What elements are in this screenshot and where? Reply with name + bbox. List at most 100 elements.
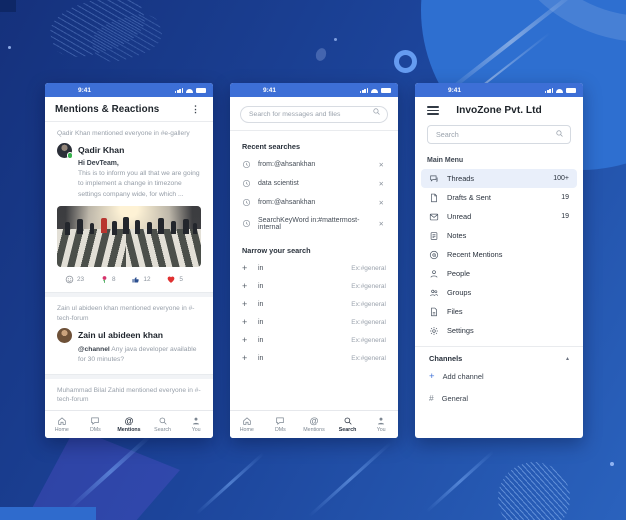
status-icons — [545, 88, 576, 93]
nav-mentions[interactable]: @ Mentions — [112, 411, 146, 438]
close-icon[interactable]: ✕ — [377, 219, 386, 229]
wifi-icon — [371, 89, 378, 93]
notification-item[interactable]: Qadir Khan mentioned everyone in #e-gall… — [45, 122, 213, 292]
phone-mentions-screen: 9:41 Mentions & Reactions ⋮ Qadir Khan m… — [45, 83, 213, 438]
person-icon — [429, 269, 439, 279]
bg-hatch-patch-1 — [44, 0, 150, 65]
notification-item[interactable]: Zain ul abideen khan mentioned everyone … — [45, 297, 213, 374]
nav-you[interactable]: You — [364, 411, 398, 438]
search-input[interactable] — [427, 125, 571, 144]
file-icon — [429, 307, 439, 317]
menu-item-recent-mentions[interactable]: Recent Mentions — [421, 245, 577, 264]
search-modifier-row[interactable]: + in Ex:#general — [230, 277, 398, 295]
author-name: Qadir Khan — [78, 145, 124, 155]
collapse-caret-icon[interactable]: ▴ — [566, 355, 569, 362]
person-icon — [376, 416, 386, 426]
clock-icon — [242, 198, 251, 207]
plus-icon: + — [242, 282, 252, 291]
menu-item-people[interactable]: People — [421, 264, 577, 283]
overflow-menu-icon[interactable]: ⋮ — [188, 104, 203, 115]
status-time: 9:41 — [448, 87, 461, 94]
reaction-count: 23 — [77, 276, 84, 283]
reaction-thumbs-up[interactable]: 12 — [131, 275, 150, 284]
notification-item[interactable]: Muhammad Bilal Zahid mentioned everyone … — [45, 379, 213, 410]
status-icons — [360, 88, 391, 93]
modifier-hint: Ex:#general — [351, 283, 386, 290]
channels-section-header[interactable]: Channels ▴ — [415, 347, 583, 366]
search-modifier-row[interactable]: + in Ex:#general — [230, 313, 398, 331]
chat-icon — [90, 416, 100, 426]
clock-icon — [242, 179, 251, 188]
nav-search[interactable]: Search — [331, 411, 365, 438]
recent-search-row[interactable]: data scientist ✕ — [230, 174, 398, 193]
home-icon — [57, 416, 67, 426]
hamburger-menu-icon[interactable] — [427, 106, 439, 115]
bg-dot-1 — [8, 46, 11, 49]
recent-search-row[interactable]: SearchKeyWord in:#mattermost-internal ✕ — [230, 212, 398, 235]
search-icon — [343, 416, 353, 426]
nav-search[interactable]: Search — [146, 411, 180, 438]
plus-icon: + — [429, 372, 435, 382]
screen-header: InvoZone Pvt. Ltd — [415, 97, 583, 122]
bg-dot-3 — [610, 462, 614, 466]
search-modifier-row[interactable]: + in Ex:#general — [230, 349, 398, 367]
notification-context: Qadir Khan mentioned everyone in #e-gall… — [57, 129, 201, 139]
nav-you[interactable]: You — [179, 411, 213, 438]
screen-header: Mentions & Reactions ⋮ — [45, 97, 213, 122]
reaction-rose[interactable]: 8 — [100, 275, 116, 284]
nav-dms[interactable]: DMs — [79, 411, 113, 438]
bg-hatch-circle-bottom-right — [498, 462, 570, 520]
recent-search-row[interactable]: from:@ahsankhan ✕ — [230, 155, 398, 174]
post-image-crosswalk[interactable] — [57, 206, 201, 267]
modifier-hint: Ex:#general — [351, 265, 386, 272]
menu-item-drafts[interactable]: Drafts & Sent 19 — [421, 188, 577, 207]
reaction-heart[interactable]: 5 — [166, 275, 183, 284]
search-bar — [415, 122, 583, 150]
add-channel-button[interactable]: + Add channel — [415, 366, 583, 388]
bg-square-top-left — [0, 0, 16, 12]
channel-item-general[interactable]: # General — [415, 388, 583, 409]
bg-bottom-streak-2 — [196, 452, 265, 514]
close-icon[interactable]: ✕ — [377, 179, 386, 189]
close-icon[interactable]: ✕ — [377, 160, 386, 170]
search-modifier-row[interactable]: + in Ex:#general — [230, 295, 398, 313]
nav-dms[interactable]: DMs — [264, 411, 298, 438]
bg-square-bottom-left — [0, 507, 96, 520]
phone-menu-screen: 9:41 InvoZone Pvt. Ltd Main Menu Threads… — [415, 83, 583, 438]
channel-mention: @channel — [78, 346, 110, 353]
menu-item-notes[interactable]: Notes — [421, 226, 577, 245]
search-modifier-row[interactable]: + in Ex:#general — [230, 331, 398, 349]
search-modifier-row[interactable]: + in Ex:#general — [230, 259, 398, 277]
rose-emoji — [100, 275, 109, 284]
menu-item-unread[interactable]: Unread 19 — [421, 207, 577, 226]
menu-item-files[interactable]: Files — [421, 302, 577, 321]
post-header: Zain ul abideen khan — [57, 328, 201, 343]
wifi-icon — [186, 89, 193, 93]
post-body: This is to inform you all that we are go… — [78, 169, 201, 200]
bg-polygon-bottom-left — [30, 428, 180, 520]
nav-home[interactable]: Home — [230, 411, 264, 438]
reaction-smiley[interactable]: 23 — [65, 275, 84, 284]
close-icon[interactable]: ✕ — [377, 198, 386, 208]
modifier-hint: Ex:#general — [351, 355, 386, 362]
mentions-feed: Qadir Khan mentioned everyone in #e-gall… — [45, 122, 213, 410]
notification-context: Zain ul abideen khan mentioned everyone … — [57, 304, 201, 324]
reactions-row: 23 8 12 — [65, 275, 183, 284]
reaction-count: 8 — [112, 276, 116, 283]
unread-badge: 100+ — [553, 175, 569, 182]
nav-mentions[interactable]: @ Mentions — [297, 411, 331, 438]
bg-bottom-streak-3 — [308, 442, 392, 518]
modifier-hint: Ex:#general — [351, 337, 386, 344]
menu-item-settings[interactable]: Settings — [421, 321, 577, 340]
search-icon — [555, 129, 564, 138]
post-greeting: Hi DevTeam, — [78, 160, 201, 167]
nav-home[interactable]: Home — [45, 411, 79, 438]
menu-item-threads[interactable]: Threads 100+ — [421, 169, 577, 188]
recent-search-row[interactable]: from:@ahsankhan ✕ — [230, 193, 398, 212]
menu-item-groups[interactable]: Groups — [421, 283, 577, 302]
main-menu: Main Menu Threads 100+ Drafts & Sent 19 … — [415, 150, 583, 438]
signal-icon — [545, 88, 553, 93]
search-input[interactable] — [240, 106, 388, 123]
recent-searches-title: Recent searches — [242, 142, 386, 151]
reaction-count: 12 — [143, 276, 150, 283]
